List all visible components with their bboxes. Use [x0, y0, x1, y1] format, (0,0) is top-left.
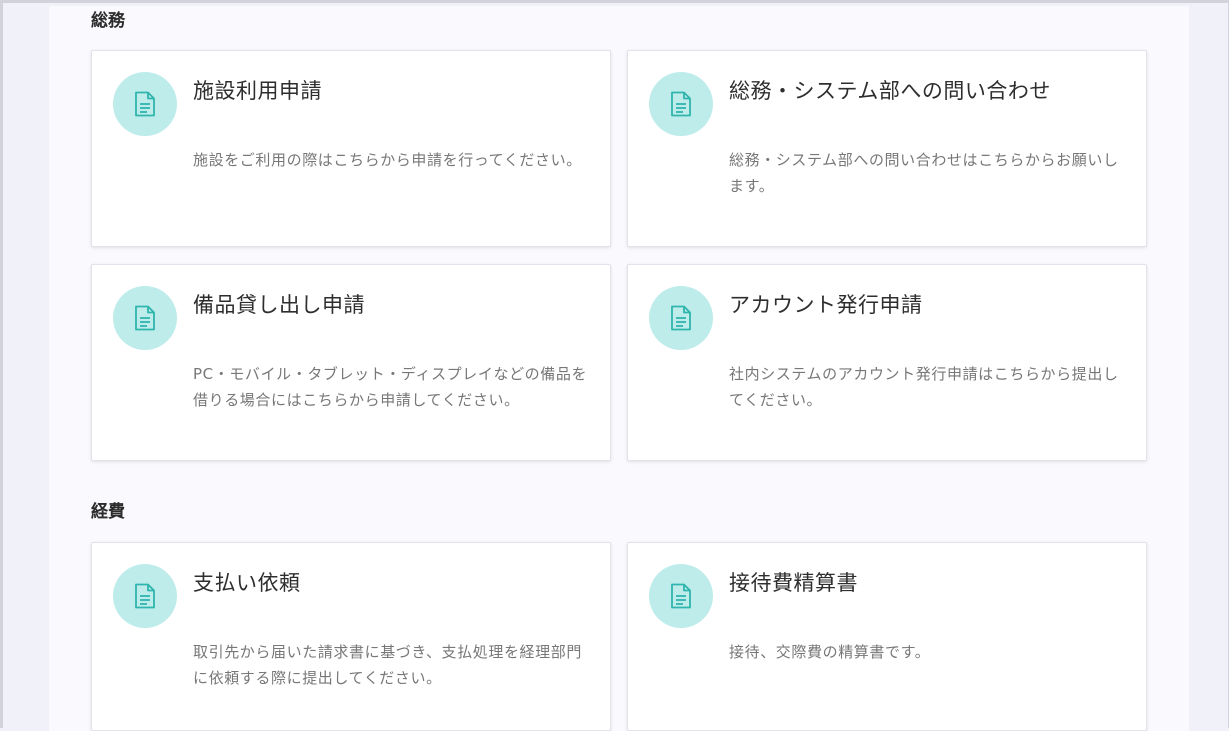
document-icon [113, 286, 177, 350]
card-entertainment-expense[interactable]: 接待費精算書 接待、交際費の精算書です。 [627, 542, 1147, 731]
card-title: 接待費精算書 [729, 571, 858, 595]
card-title: アカウント発行申請 [729, 293, 923, 317]
card-title: 施設利用申請 [193, 79, 322, 103]
section-title-expenses: 経費 [91, 502, 125, 522]
document-icon [649, 564, 713, 628]
card-title: 総務・システム部への問い合わせ [729, 79, 1051, 103]
card-description: 総務・システム部への問い合わせはこちらからお願いします。 [729, 151, 1119, 195]
document-icon [113, 72, 177, 136]
card-title: 支払い依頼 [193, 571, 301, 595]
card-title: 備品貸し出し申請 [193, 293, 365, 317]
card-description: 取引先から届いた請求書に基づき、支払処理を経理部門に依頼する際に提出してください… [193, 643, 582, 687]
card-account-issue[interactable]: アカウント発行申請 社内システムのアカウント発行申請はこちらから提出してください… [627, 264, 1147, 461]
card-description: 社内システムのアカウント発行申請はこちらから提出してください。 [729, 365, 1119, 409]
content-panel: 総務 施設利用申請 施設をご利用の際はこちらから申請を行ってください。 総務・シ… [49, 6, 1189, 731]
document-icon [649, 72, 713, 136]
card-description: 接待、交際費の精算書です。 [729, 643, 931, 661]
card-equipment-loan[interactable]: 備品貸し出し申請 PC・モバイル・タブレット・ディスプレイなどの備品を借りる場合… [91, 264, 611, 461]
app-window: 総務 施設利用申請 施設をご利用の際はこちらから申請を行ってください。 総務・シ… [0, 0, 1229, 731]
card-description: 施設をご利用の際はこちらから申請を行ってください。 [193, 151, 582, 169]
card-payment-request[interactable]: 支払い依頼 取引先から届いた請求書に基づき、支払処理を経理部門に依頼する際に提出… [91, 542, 611, 731]
document-icon [649, 286, 713, 350]
document-icon [113, 564, 177, 628]
section-title-general-affairs: 総務 [91, 11, 125, 31]
card-facility-request[interactable]: 施設利用申請 施設をご利用の際はこちらから申請を行ってください。 [91, 50, 611, 247]
card-description: PC・モバイル・タブレット・ディスプレイなどの備品を借りる場合にはこちらから申請… [193, 365, 588, 409]
card-system-inquiry[interactable]: 総務・システム部への問い合わせ 総務・システム部への問い合わせはこちらからお願い… [627, 50, 1147, 247]
